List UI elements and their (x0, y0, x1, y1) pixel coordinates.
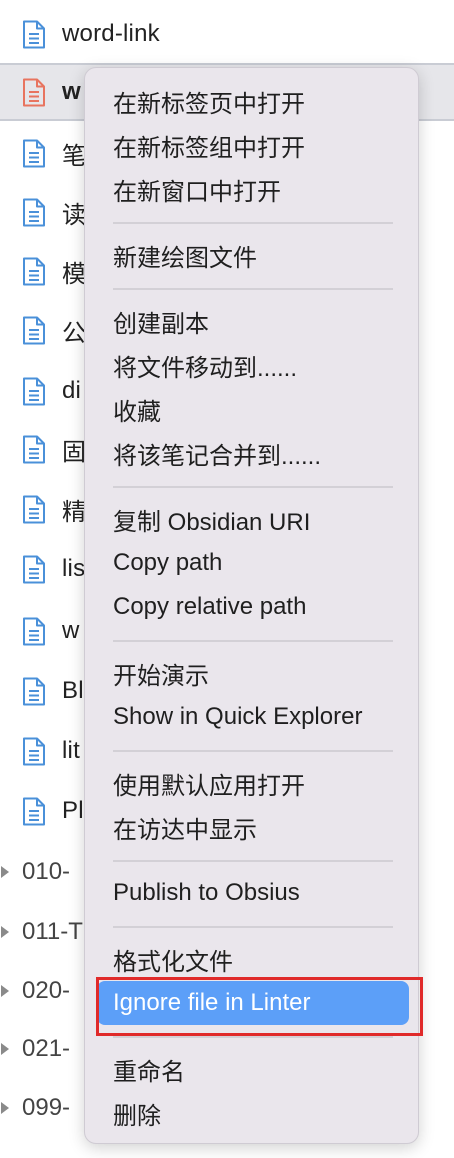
menu-separator (113, 1036, 393, 1038)
file-icon (22, 198, 46, 227)
open-in-new-tab-item[interactable]: 在新标签页中打开 (97, 79, 409, 123)
chevron-right-icon[interactable] (0, 865, 12, 879)
open-in-default-app-item[interactable]: 使用默认应用打开 (97, 761, 409, 805)
folder-label: 020- (22, 977, 71, 1004)
folder-label: 011-T (22, 918, 83, 945)
file-label: 公 (62, 319, 87, 347)
file-icon (22, 555, 46, 584)
file-label: w (62, 78, 81, 105)
new-drawing-file-item[interactable]: 新建绘图文件 (97, 233, 409, 277)
delete-item[interactable]: 删除 (97, 1091, 409, 1135)
file-icon (22, 316, 46, 345)
file-label: 读 (62, 201, 87, 229)
chevron-right-icon[interactable] (0, 1042, 12, 1056)
file-label: lis (62, 555, 86, 582)
copy-obsidian-uri-item[interactable]: 复制 Obsidian URI (97, 497, 409, 541)
copy-path-item[interactable]: Copy path (97, 541, 409, 585)
file-icon (22, 617, 46, 646)
file-label: Pl (62, 797, 84, 824)
menu-separator (113, 222, 393, 224)
open-in-new-tab-group-item[interactable]: 在新标签组中打开 (97, 123, 409, 167)
file-label: Bl (62, 677, 84, 704)
context-menu: 在新标签页中打开 在新标签组中打开 在新窗口中打开 新建绘图文件 创建副本 将文件移动到.… (84, 67, 419, 1144)
file-icon (22, 435, 46, 464)
chevron-right-icon[interactable] (0, 1101, 12, 1115)
show-in-quick-explorer-item[interactable]: Show in Quick Explorer (97, 695, 409, 739)
ignore-file-in-linter-item[interactable]: Ignore file in Linter (97, 981, 409, 1025)
format-file-item[interactable]: 格式化文件 (97, 937, 409, 981)
file-label: 笔 (62, 142, 87, 170)
file-item[interactable]: word-link (0, 5, 454, 63)
move-file-to-item[interactable]: 将文件移动到...... (97, 343, 409, 387)
merge-note-into-item[interactable]: 将该笔记合并到...... (97, 431, 409, 475)
menu-separator (113, 486, 393, 488)
start-presentation-item[interactable]: 开始演示 (97, 651, 409, 695)
file-label: 固 (62, 438, 87, 466)
file-icon (22, 495, 46, 524)
menu-separator (113, 860, 393, 862)
file-label: 模 (62, 260, 87, 288)
file-icon (22, 257, 46, 286)
file-icon (22, 78, 46, 107)
file-icon (22, 677, 46, 706)
menu-separator (113, 750, 393, 752)
file-label: di (62, 377, 82, 404)
chevron-right-icon[interactable] (0, 984, 12, 998)
file-icon (22, 737, 46, 766)
folder-label: 021- (22, 1035, 71, 1062)
folder-label: 010- (22, 858, 71, 885)
make-copy-item[interactable]: 创建副本 (97, 299, 409, 343)
file-icon (22, 377, 46, 406)
rename-item[interactable]: 重命名 (97, 1047, 409, 1091)
file-icon (22, 797, 46, 826)
chevron-right-icon[interactable] (0, 925, 12, 939)
copy-relative-path-item[interactable]: Copy relative path (97, 585, 409, 629)
file-label: word-link (62, 20, 160, 47)
file-label: 精 (62, 498, 87, 526)
publish-to-obsius-item[interactable]: Publish to Obsius (97, 871, 409, 915)
file-label: w (62, 617, 80, 644)
bookmark-item[interactable]: 收藏 (97, 387, 409, 431)
file-label: lit (62, 737, 80, 764)
menu-separator (113, 926, 393, 928)
file-icon (22, 20, 46, 49)
folder-label: 099- (22, 1094, 71, 1121)
menu-separator (113, 640, 393, 642)
menu-separator (113, 288, 393, 290)
file-icon (22, 139, 46, 168)
open-in-new-window-item[interactable]: 在新窗口中打开 (97, 167, 409, 211)
reveal-in-finder-item[interactable]: 在访达中显示 (97, 805, 409, 849)
